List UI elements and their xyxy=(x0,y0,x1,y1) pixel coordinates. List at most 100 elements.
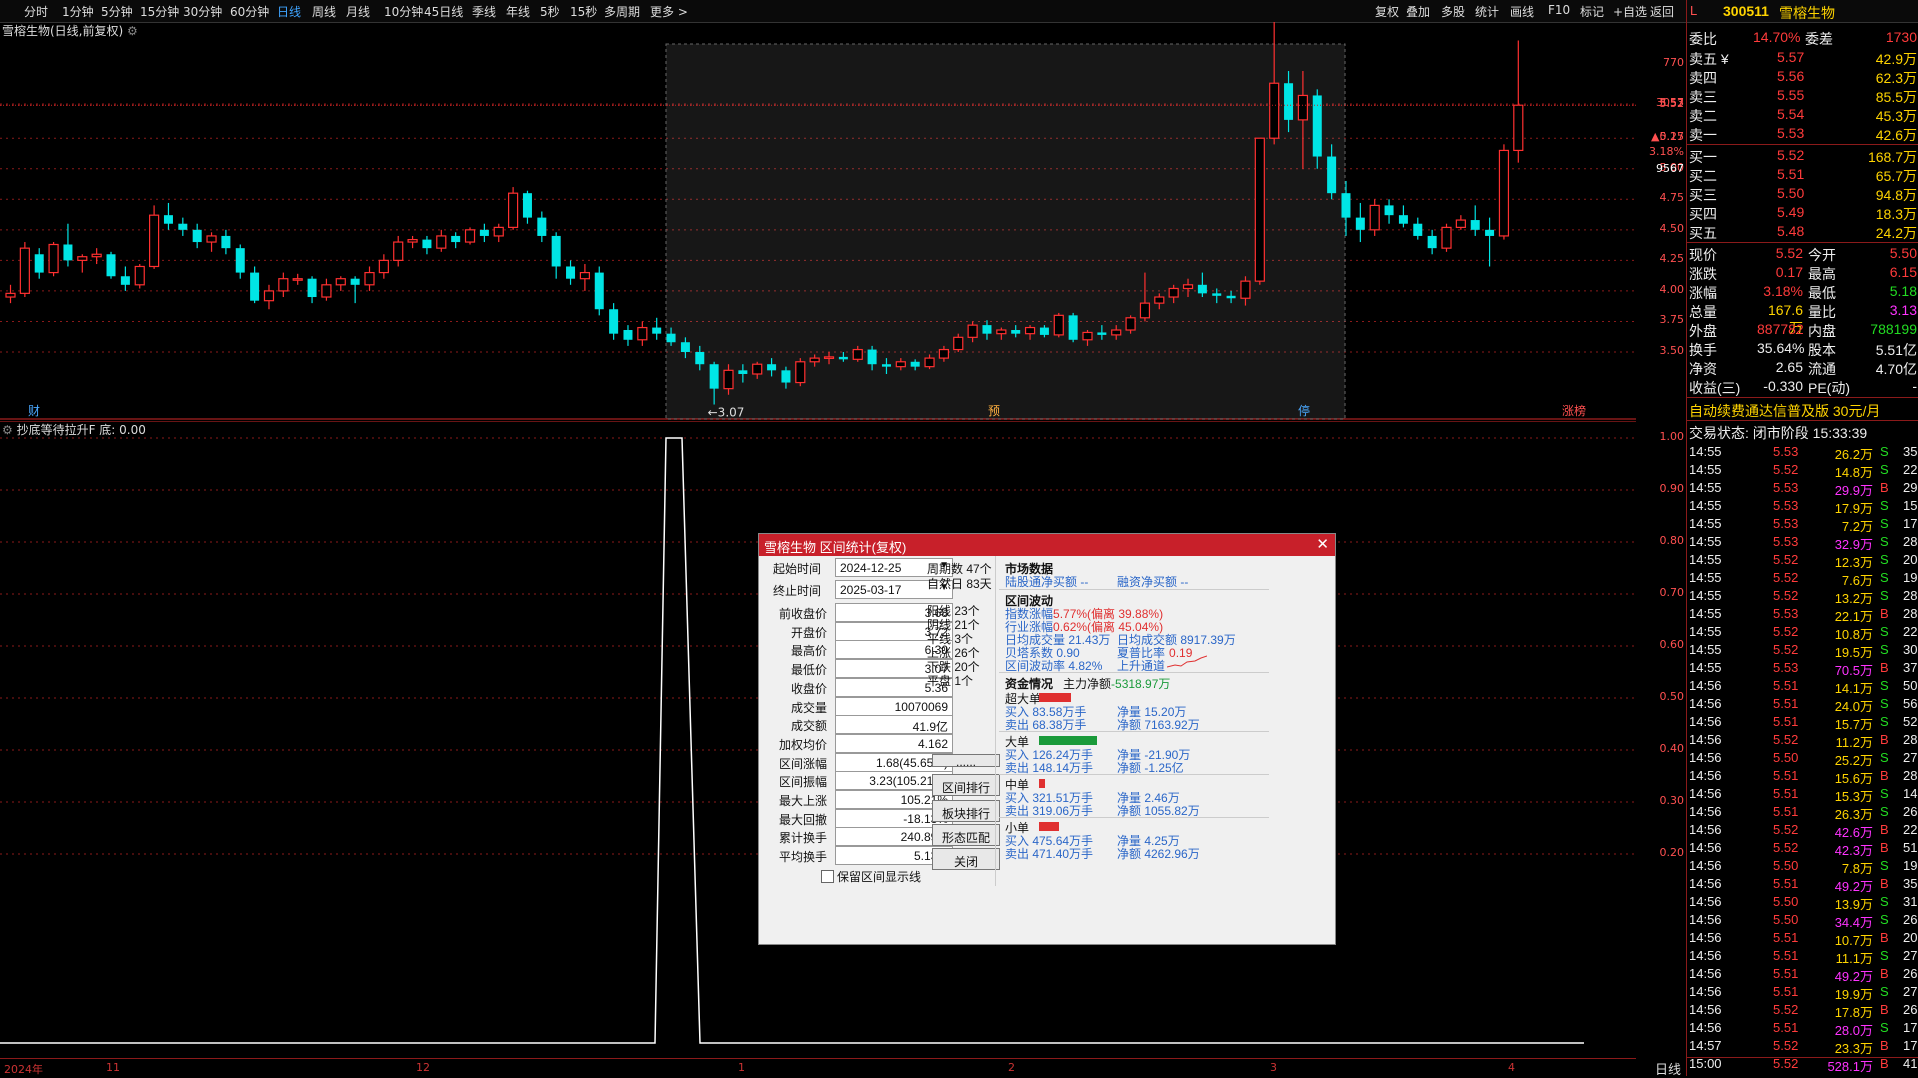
period-tab[interactable]: 10分钟 xyxy=(384,3,423,20)
period-tab[interactable]: 15秒 xyxy=(570,3,597,20)
ask-row[interactable]: 卖一 5.53 42.6万 xyxy=(1687,124,1918,143)
candle-body xyxy=(996,329,1007,335)
tick-price: 5.53 xyxy=(1773,516,1799,531)
toolbar-button[interactable]: 标记 xyxy=(1580,3,1604,20)
bid-row[interactable]: 买三 5.50 94.8万 xyxy=(1687,184,1918,203)
candle xyxy=(464,227,476,245)
period-tab[interactable]: 45日线 xyxy=(424,3,463,20)
bid-row[interactable]: 买一 5.52 168.7万 xyxy=(1687,146,1918,165)
divider xyxy=(1687,397,1918,398)
indicator-icon[interactable]: ⚙ xyxy=(2,423,13,437)
candle xyxy=(63,223,73,267)
period-tab[interactable]: 多周期 xyxy=(604,3,640,20)
tick-side: S xyxy=(1880,858,1889,873)
tick-count: 26 xyxy=(1903,912,1918,927)
ask-row[interactable]: 卖五 ¥ 5.57 42.9万 xyxy=(1687,48,1918,67)
settings-icon[interactable]: ⚙ xyxy=(127,24,138,38)
chart-title: 雪榕生物(日线,前复权) xyxy=(2,24,124,38)
period-tab[interactable]: 年线 xyxy=(506,3,530,20)
candle xyxy=(623,325,633,346)
candle xyxy=(292,273,303,285)
kline-svg[interactable]: 6.30←3.07财预停涨榜 xyxy=(0,7,1636,420)
divider xyxy=(1687,420,1918,421)
candle xyxy=(1513,40,1524,163)
candle-body xyxy=(163,215,173,224)
bid-row[interactable]: 买五 5.48 24.2万 xyxy=(1687,222,1918,241)
promo-banner[interactable]: 自动续费通达信普及版 30元/月 xyxy=(1687,400,1918,419)
candle xyxy=(1455,215,1466,230)
tick-side: S xyxy=(1880,786,1889,801)
period-tab[interactable]: 5秒 xyxy=(540,3,560,20)
candle-body xyxy=(1011,330,1021,334)
tick-count: 26 xyxy=(1903,966,1918,981)
toolbar-button[interactable]: 统计 xyxy=(1475,3,1499,20)
tick-side: S xyxy=(1880,948,1889,963)
period-tab[interactable]: 分时 xyxy=(24,3,48,20)
bid-row[interactable]: 买二 5.51 65.7万 xyxy=(1687,165,1918,184)
tick-row: 14:56 5.50 13.9万 S 31 xyxy=(1687,893,1918,912)
candle-body xyxy=(752,363,763,375)
candle-body xyxy=(436,235,447,249)
dialog-titlebar[interactable]: 雪榕生物 区间统计(复权) ✕ xyxy=(759,534,1335,556)
candle-body xyxy=(709,364,719,389)
stat-label: 今开 xyxy=(1808,247,1836,263)
dialog-title: 雪榕生物 区间统计(复权) xyxy=(764,540,907,555)
tick-count: 27 xyxy=(1903,750,1918,765)
toolbar-button[interactable]: F10 xyxy=(1548,3,1570,17)
candle-body xyxy=(1197,284,1207,294)
indicator-ylabel: 0.80 xyxy=(1659,534,1685,547)
period-tab[interactable]: 60分钟 xyxy=(230,3,269,20)
tick-count: 30 xyxy=(1903,642,1918,657)
candle xyxy=(508,187,519,230)
candle-body xyxy=(1154,296,1165,304)
period-tab[interactable]: 周线 xyxy=(312,3,336,20)
period-tab[interactable]: 日线 xyxy=(277,3,301,20)
toolbar-button[interactable]: 多股 xyxy=(1441,3,1465,20)
ask-price: 5.54 xyxy=(1777,106,1805,122)
stat-label: 净资 xyxy=(1689,361,1717,377)
tick-side: S xyxy=(1880,642,1889,657)
sparkline xyxy=(1167,655,1207,668)
period-tab[interactable]: 1分钟 xyxy=(62,3,94,20)
candle-body xyxy=(378,259,389,274)
candle-body xyxy=(5,292,16,298)
tick-time: 14:55 xyxy=(1689,642,1722,657)
candle-body xyxy=(393,241,404,261)
period-tab[interactable]: 15分钟 xyxy=(140,3,179,20)
period-tab[interactable]: 30分钟 xyxy=(183,3,222,20)
tick-count: 17 xyxy=(1903,1020,1918,1035)
tick-side: B xyxy=(1880,606,1889,621)
candle-body xyxy=(1039,327,1049,335)
ask-row[interactable]: 卖二 5.54 45.3万 xyxy=(1687,105,1918,124)
toolbar-button[interactable]: +自选 xyxy=(1613,3,1647,20)
bottom-tab[interactable]: 日线 xyxy=(1655,1057,1918,1077)
candle xyxy=(451,232,461,249)
candle-body xyxy=(321,284,332,298)
margin-buy: 融资净买额 -- xyxy=(1117,575,1189,589)
period-tab[interactable]: 季线 xyxy=(472,3,496,20)
toolbar-button[interactable]: 复权 xyxy=(1375,3,1399,20)
tick-price: 5.52 xyxy=(1773,822,1799,837)
bid-row[interactable]: 买四 5.49 18.3万 xyxy=(1687,203,1918,222)
tick-price: 5.52 xyxy=(1773,552,1799,567)
toolbar-button[interactable]: 叠加 xyxy=(1406,3,1430,20)
ask-row[interactable]: 卖三 5.55 85.5万 xyxy=(1687,86,1918,105)
candle-body xyxy=(695,352,705,365)
candle-body xyxy=(479,229,489,236)
ask-price: 5.56 xyxy=(1777,68,1805,84)
stat-label: 流通 xyxy=(1808,361,1836,377)
period-tab[interactable]: 更多 > xyxy=(650,3,688,20)
toolbar-button[interactable]: 画线 xyxy=(1510,3,1534,20)
close-icon[interactable]: ✕ xyxy=(1316,535,1329,553)
candle xyxy=(1413,217,1423,240)
ask-row[interactable]: 卖四 5.56 62.3万 xyxy=(1687,67,1918,86)
toolbar-button[interactable]: 返回 xyxy=(1650,3,1674,20)
period-tab[interactable]: 月线 xyxy=(346,3,370,20)
indicator-title: 抄底等待拉升F 底: 0.00 xyxy=(16,423,146,437)
candle-body xyxy=(77,256,88,261)
main-kline-chart[interactable]: 6.30←3.07财预停涨榜 雪榕生物(日线,前复权) ⚙ xyxy=(0,7,1636,420)
period-tab[interactable]: 5分钟 xyxy=(101,3,133,20)
tick-side: S xyxy=(1880,696,1889,711)
tick-count: 27 xyxy=(1903,948,1918,963)
tick-side: B xyxy=(1880,768,1889,783)
